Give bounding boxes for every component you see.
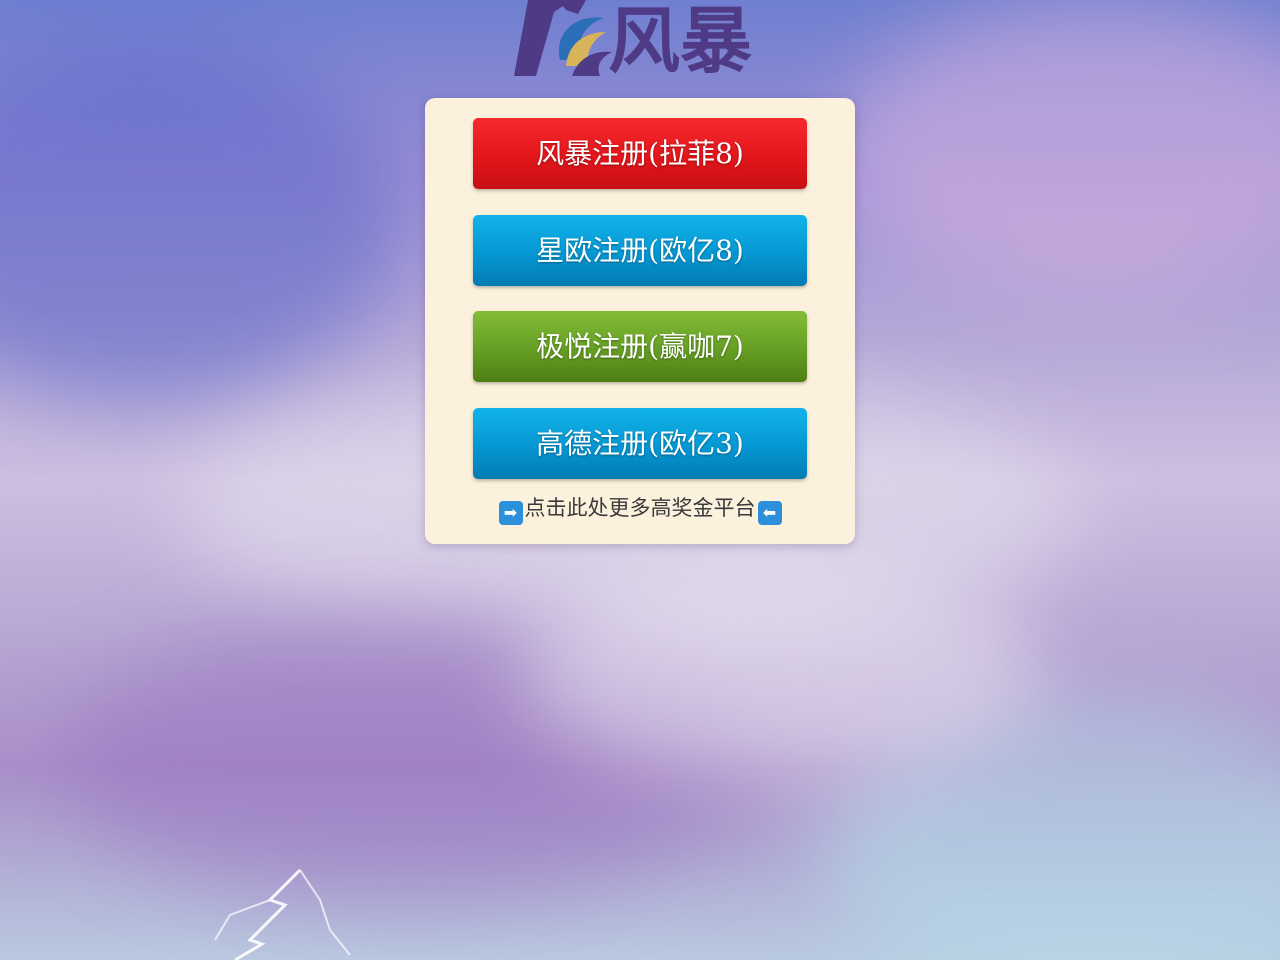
- logo-text: 风暴: [608, 0, 752, 80]
- site-logo: 风暴: [514, 0, 766, 83]
- register-button-xingou[interactable]: 星欧注册(欧亿8): [473, 215, 807, 286]
- register-panel: 风暴注册(拉菲8) 星欧注册(欧亿8) 极悦注册(赢咖7) 高德注册(欧亿3) …: [425, 98, 855, 544]
- background-cloud: [60, 620, 760, 900]
- register-button-fengbao[interactable]: 风暴注册(拉菲8): [473, 118, 807, 189]
- more-platforms-text: 点击此处更多高奖金平台: [524, 496, 756, 520]
- register-button-gaode[interactable]: 高德注册(欧亿3): [473, 408, 807, 479]
- more-platforms-link[interactable]: ➡ 点击此处更多高奖金平台 ⬅: [425, 494, 855, 525]
- background-cloud: [0, 40, 400, 400]
- arrow-left-icon: ⬅: [757, 501, 782, 525]
- arrow-right-icon: ➡: [498, 501, 523, 525]
- background-cloud: [820, 700, 1280, 960]
- background-cloud: [520, 560, 1040, 780]
- register-button-jiyue[interactable]: 极悦注册(赢咖7): [473, 311, 807, 382]
- background-cloud: [840, 0, 1280, 300]
- fengbao-logo-icon: 风暴: [514, 0, 752, 83]
